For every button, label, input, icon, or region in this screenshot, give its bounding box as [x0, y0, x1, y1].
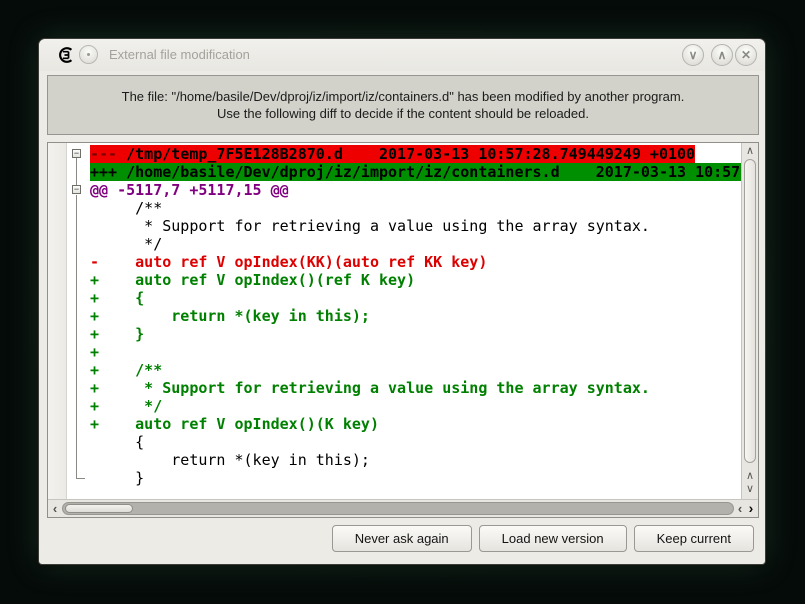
vertical-scrollbar[interactable]: ∧ ∧ ∨	[741, 143, 758, 500]
vertical-scroll-thumb[interactable]	[744, 159, 756, 463]
horizontal-scroll-track[interactable]	[62, 502, 734, 515]
diff-line: + auto ref V opIndex()(ref K key)	[90, 271, 743, 289]
diff-line: +++ /home/basile/Dev/dproj/iz/import/iz/…	[90, 163, 743, 181]
fold-range-line	[76, 158, 77, 186]
horizontal-scroll-thumb[interactable]	[65, 504, 133, 513]
scroll-up-icon[interactable]: ∧	[742, 145, 758, 157]
chevron-down-icon: ∨	[689, 48, 698, 62]
diff-line: + return *(key in this);	[90, 307, 743, 325]
keep-current-button[interactable]: Keep current	[634, 525, 754, 552]
diff-line: /**	[90, 199, 743, 217]
menu-dot-icon	[87, 53, 90, 56]
message-line-1: The file: "/home/basile/Dev/dproj/iz/imp…	[48, 88, 758, 105]
scroll-right-icon[interactable]: ›	[745, 500, 757, 517]
scroll-down-icon[interactable]: ∨	[742, 483, 758, 495]
diff-line: @@ -5117,7 +5117,15 @@	[90, 181, 743, 199]
diff-line: --- /tmp/temp_7F5E128B2870.d 2017-03-13 …	[90, 145, 743, 163]
close-button[interactable]: ✕	[735, 44, 757, 66]
fold-gutter: − −	[67, 143, 88, 499]
diff-line: + /**	[90, 361, 743, 379]
diff-line: return *(key in this);	[90, 451, 743, 469]
maximize-button[interactable]: ∧	[711, 44, 733, 66]
diff-line: {	[90, 433, 743, 451]
chevron-up-icon: ∧	[718, 48, 727, 62]
diff-line: +	[90, 343, 743, 361]
diff-line: */	[90, 235, 743, 253]
fold-range-line	[76, 195, 77, 478]
window-title: External file modification	[109, 39, 250, 71]
coedit-app-icon	[57, 46, 75, 64]
diff-lines[interactable]: --- /tmp/temp_7F5E128B2870.d 2017-03-13 …	[88, 143, 743, 499]
horizontal-scrollbar[interactable]: ‹ ‹ ›	[48, 499, 758, 517]
message-panel: The file: "/home/basile/Dev/dproj/iz/imp…	[47, 75, 759, 135]
message-line-2: Use the following diff to decide if the …	[48, 105, 758, 122]
window-menu-button[interactable]	[79, 45, 98, 64]
fold-collapse-marker[interactable]: −	[72, 185, 81, 194]
diff-line: + {	[90, 289, 743, 307]
diff-line: + * Support for retrieving a value using…	[90, 379, 743, 397]
fold-collapse-marker[interactable]: −	[72, 149, 81, 158]
fold-range-end	[76, 478, 85, 479]
scroll-left-icon[interactable]: ‹	[49, 500, 61, 517]
never-ask-again-button[interactable]: Never ask again	[332, 525, 472, 552]
diff-line: + auto ref V opIndex()(K key)	[90, 415, 743, 433]
diff-line: - auto ref V opIndex(KK)(auto ref KK key…	[90, 253, 743, 271]
diff-editor: − − --- /tmp/temp_7F5E128B2870.d 2017-03…	[47, 142, 759, 518]
diff-line: * Support for retrieving a value using t…	[90, 217, 743, 235]
dialog-window: External file modification ∨ ∧ ✕ The fil…	[38, 38, 766, 565]
titlebar[interactable]: External file modification ∨ ∧ ✕	[39, 39, 765, 71]
close-icon: ✕	[741, 48, 751, 62]
diff-line: + */	[90, 397, 743, 415]
shade-button[interactable]: ∨	[682, 44, 704, 66]
dialog-button-row: Never ask again Load new version Keep cu…	[332, 525, 754, 552]
scroll-up-icon[interactable]: ∧	[742, 470, 758, 482]
diff-line: }	[90, 469, 743, 487]
diff-line: + }	[90, 325, 743, 343]
editor-gutter	[48, 143, 67, 499]
load-new-version-button[interactable]: Load new version	[479, 525, 627, 552]
